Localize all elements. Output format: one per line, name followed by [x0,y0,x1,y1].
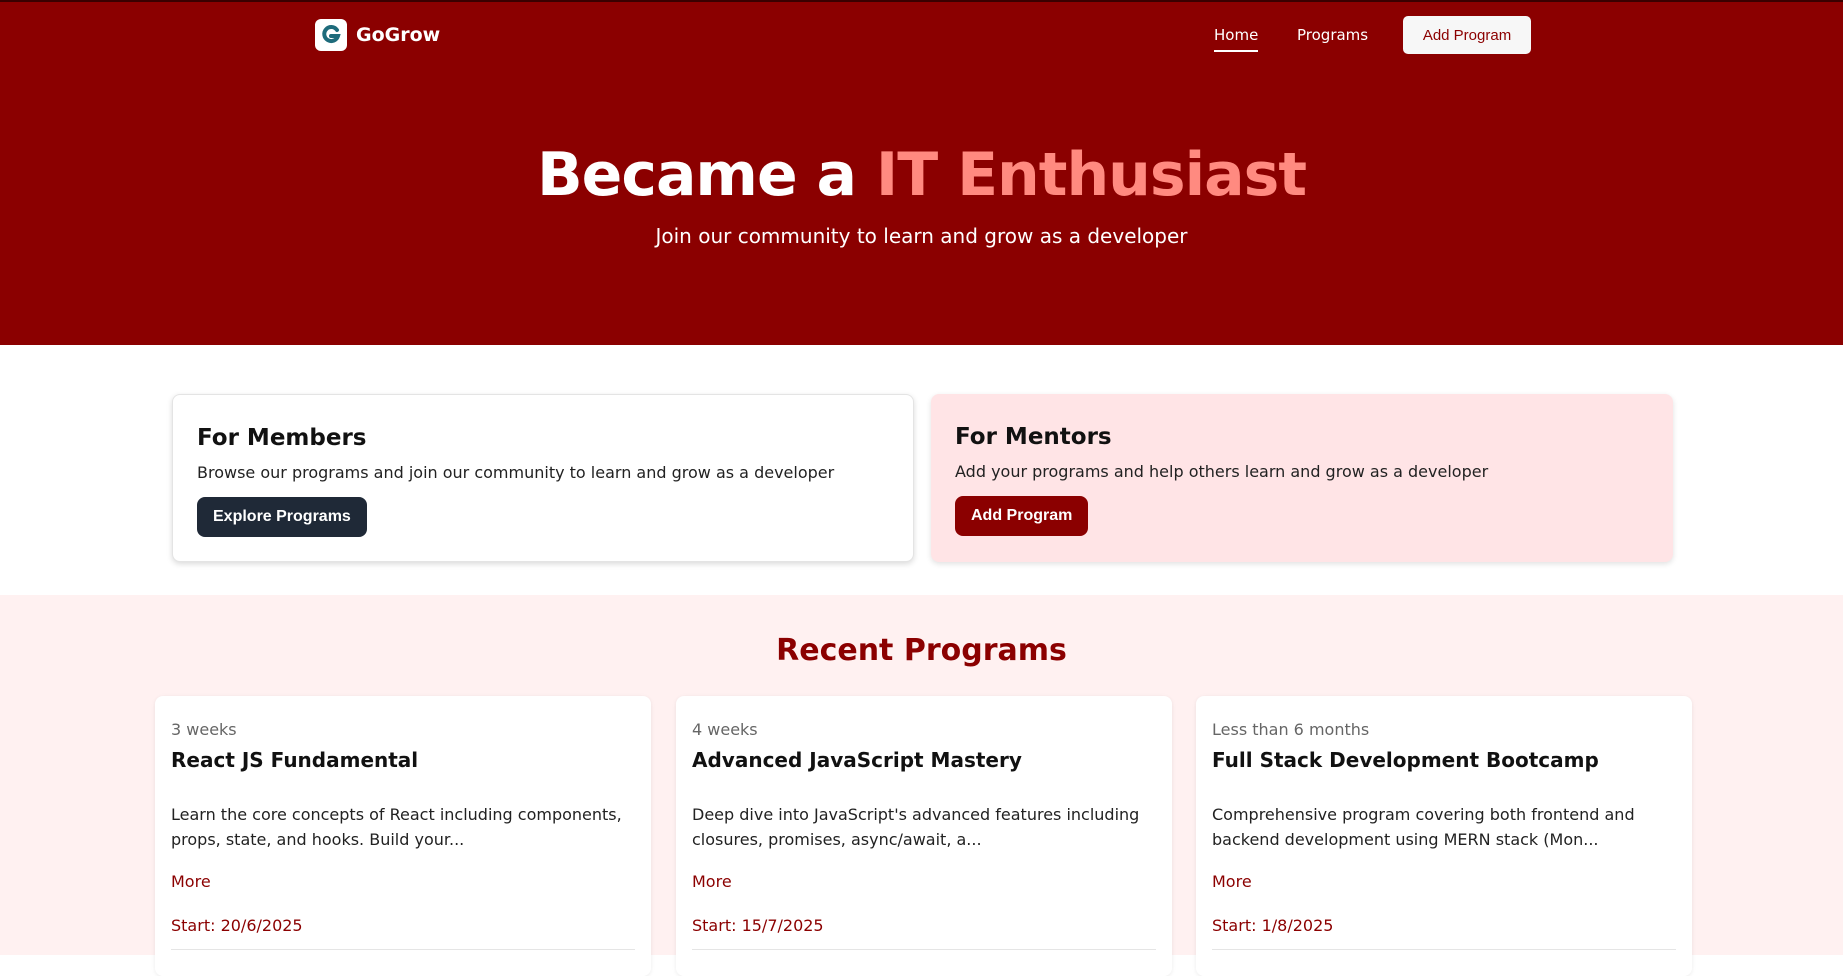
hero-subtitle: Join our community to learn and grow as … [655,224,1188,248]
program-more-link[interactable]: More [692,872,732,891]
mentors-card-title: For Mentors [955,424,1112,450]
recent-programs-section: Recent Programs 3 weeks React JS Fundame… [0,595,1843,976]
program-description: Learn the core concepts of React includi… [171,805,622,849]
program-divider [171,949,635,950]
hero-title-prefix: Became a [536,140,857,210]
program-title: Full Stack Development Bootcamp [1212,748,1599,772]
program-duration: Less than 6 months [1212,720,1370,739]
program-title: React JS Fundamental [171,748,419,772]
program-divider [692,949,1156,950]
hero-section: GoGrow Home Programs Add Program Became … [0,0,1843,345]
program-start-date: Start: 15/7/2025 [692,916,824,935]
nav-link-home[interactable]: Home [1214,26,1259,52]
hero-title-accent: IT Enthusiast [875,140,1307,210]
nav-add-program-button[interactable]: Add Program [1403,16,1531,54]
mentors-card-description: Add your programs and help others learn … [955,462,1489,481]
members-card-description: Browse our programs and join our communi… [197,463,835,482]
hero-title: Became a IT Enthusiast [0,140,1843,210]
brand-logo[interactable]: GoGrow [315,19,440,51]
program-description: Deep dive into JavaScript's advanced fea… [692,805,1140,849]
program-card: 4 weeks Advanced JavaScript Mastery Deep… [676,696,1172,976]
explore-programs-button[interactable]: Explore Programs [197,497,367,537]
program-more-link[interactable]: More [171,872,211,891]
nav-link-programs[interactable]: Programs [1297,26,1368,50]
recent-programs-title: Recent Programs [776,633,1067,668]
members-card: For Members Browse our programs and join… [172,394,914,562]
program-more-link[interactable]: More [1212,872,1252,891]
mentors-card: For Mentors Add your programs and help o… [931,394,1673,562]
gogrow-logo-icon [315,19,347,51]
program-duration: 4 weeks [692,720,758,739]
top-navbar: GoGrow Home Programs Add Program [0,2,1843,68]
program-duration: 3 weeks [171,720,237,739]
program-card: 3 weeks React JS Fundamental Learn the c… [155,696,651,976]
program-start-date: Start: 1/8/2025 [1212,916,1334,935]
program-divider [1212,949,1676,950]
mentors-add-program-button[interactable]: Add Program [955,496,1089,536]
program-title: Advanced JavaScript Mastery [692,748,1022,772]
brand-name: GoGrow [356,24,441,46]
program-card: Less than 6 months Full Stack Developmen… [1196,696,1692,976]
program-start-date: Start: 20/6/2025 [171,916,303,935]
members-card-title: For Members [197,425,367,451]
program-description: Comprehensive program covering both fron… [1212,805,1635,849]
